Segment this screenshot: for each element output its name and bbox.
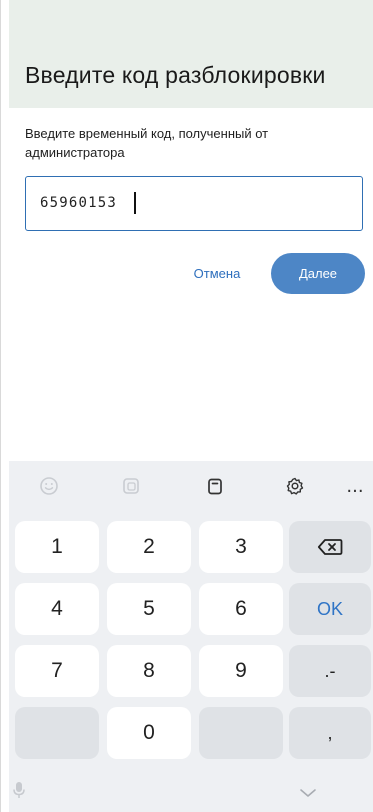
key-1[interactable]: 1: [15, 521, 99, 573]
key-8[interactable]: 8: [107, 645, 191, 697]
microphone-icon[interactable]: [12, 781, 26, 799]
settings-icon[interactable]: [283, 474, 307, 498]
key-7[interactable]: 7: [15, 645, 99, 697]
keyboard-bottom-bar: [9, 773, 373, 812]
unlock-code-input[interactable]: 65960153: [25, 176, 363, 231]
header: Введите код разблокировки: [9, 0, 373, 108]
key-6[interactable]: 6: [199, 583, 283, 635]
instructions-text: Введите временный код, полученный от адм…: [25, 126, 269, 160]
text-caret: [134, 192, 136, 214]
dot-dash-key[interactable]: .-: [289, 645, 371, 697]
page-title: Введите код разблокировки: [25, 62, 326, 88]
key-4[interactable]: 4: [15, 583, 99, 635]
keypad: 1 2 3 4 5 6 OK 7 8 9 .- 0 ,: [9, 511, 373, 775]
comma-key[interactable]: ,: [289, 707, 371, 759]
blank-key[interactable]: [15, 707, 99, 759]
key-0[interactable]: 0: [107, 707, 191, 759]
backspace-icon: [317, 538, 343, 556]
key-3[interactable]: 3: [199, 521, 283, 573]
cancel-button[interactable]: Отмена: [177, 255, 257, 291]
sticker-icon[interactable]: [119, 474, 143, 498]
blank-key-2[interactable]: [199, 707, 283, 759]
key-2[interactable]: 2: [107, 521, 191, 573]
clipboard-icon[interactable]: [203, 474, 227, 498]
key-5[interactable]: 5: [107, 583, 191, 635]
hide-keyboard-icon[interactable]: [299, 787, 317, 799]
screen: Введите код разблокировки Введите времен…: [0, 0, 373, 812]
key-9[interactable]: 9: [199, 645, 283, 697]
keyboard-toolbar: ...: [9, 461, 373, 511]
backspace-key[interactable]: [289, 521, 371, 573]
next-button[interactable]: Далее: [271, 253, 365, 294]
numeric-keyboard: ... 1 2 3 4 5 6 OK 7 8 9 .- 0 ,: [9, 461, 373, 812]
ok-key[interactable]: OK: [289, 583, 371, 635]
unlock-code-value: 65960153: [40, 195, 118, 211]
more-icon[interactable]: ...: [343, 474, 367, 498]
emoji-icon[interactable]: [37, 474, 61, 498]
